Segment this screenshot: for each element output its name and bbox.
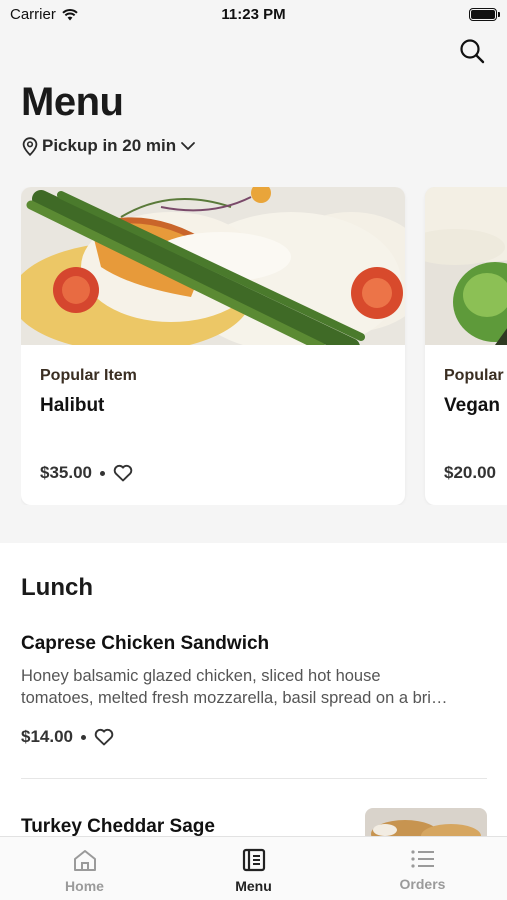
menu-item-caprese[interactable]: Caprese Chicken Sandwich Honey balsamic …: [21, 633, 489, 747]
item-footer: $14.00: [21, 727, 489, 747]
card-footer: $35.00: [40, 463, 133, 483]
item-price: $14.00: [21, 727, 73, 746]
battery-icon: [469, 7, 500, 21]
featured-carousel[interactable]: Popular Item Halibut $35.00 Popular Vega…: [21, 187, 507, 505]
card-kicker: Popular: [444, 367, 504, 384]
tab-orders[interactable]: Orders: [338, 837, 507, 900]
vegan-photo: [425, 187, 507, 345]
search-button[interactable]: [457, 36, 487, 66]
heart-icon[interactable]: [113, 464, 133, 482]
featured-card-halibut[interactable]: Popular Item Halibut $35.00: [21, 187, 405, 505]
item-description-line: Honey balsamic glazed chicken, sliced ho…: [21, 667, 381, 685]
page-title: Menu: [21, 80, 124, 124]
orders-list-icon: [410, 850, 434, 868]
tab-bar: Home Menu Orders: [0, 836, 507, 900]
halibut-photo: [21, 187, 405, 345]
status-bar: Carrier 11:23 PM: [0, 0, 507, 28]
item-description: Honey balsamic glazed chicken, sliced ho…: [21, 665, 489, 709]
pickup-selector[interactable]: Pickup in 20 min: [22, 136, 196, 156]
card-item-name: Vegan: [444, 395, 500, 416]
card-kicker: Popular Item: [40, 367, 137, 384]
heart-icon[interactable]: [94, 728, 114, 746]
card-price: $35.00: [40, 463, 92, 482]
tab-label: Menu: [235, 878, 272, 894]
carrier-label: Carrier: [10, 5, 56, 23]
separator-dot: [81, 734, 86, 740]
separator-dot: [100, 470, 105, 476]
divider: [21, 778, 487, 779]
chevron-down-icon: [181, 142, 196, 150]
wifi-icon: [62, 8, 78, 20]
card-footer: $20.00: [444, 463, 496, 483]
pickup-label: Pickup in 20 min: [42, 136, 177, 155]
item-description-line: tomatoes, melted fresh mozzarella, basil…: [21, 689, 448, 707]
tab-label: Orders: [399, 876, 446, 892]
home-icon: [73, 850, 96, 871]
card-price: $20.00: [444, 463, 496, 482]
location-pin-icon: [22, 136, 38, 156]
featured-card-vegan[interactable]: Popular Vegan $20.00: [425, 187, 507, 505]
tab-menu[interactable]: Menu: [169, 837, 338, 900]
tab-label: Home: [65, 878, 104, 894]
item-name: Caprese Chicken Sandwich: [21, 633, 270, 654]
menu-item-turkey[interactable]: Turkey Cheddar Sage: [21, 816, 215, 838]
item-name: Turkey Cheddar Sage: [21, 816, 215, 837]
status-left: Carrier: [10, 6, 79, 23]
card-item-name: Halibut: [40, 395, 105, 416]
menu-book-icon: [242, 848, 265, 872]
tab-home[interactable]: Home: [0, 837, 169, 900]
search-icon: [460, 39, 485, 64]
section-title: Lunch: [21, 574, 93, 601]
